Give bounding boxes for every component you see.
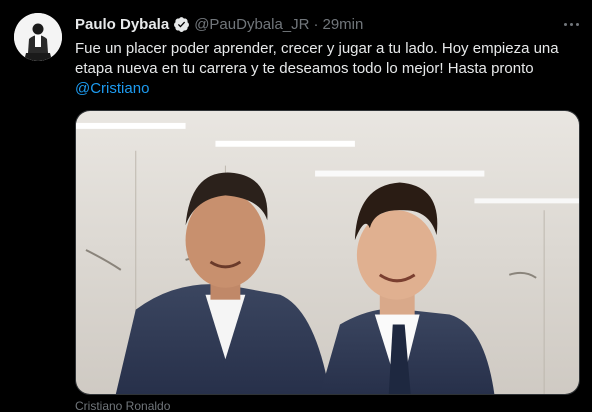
more-dot: [575, 22, 579, 26]
tweet-header: Paulo Dybala @PauDybala_JR · 29min: [75, 14, 363, 34]
more-dot: [569, 22, 573, 26]
media-photo: [76, 111, 579, 394]
separator-dot: ·: [313, 15, 319, 33]
media-caption[interactable]: Cristiano Ronaldo: [75, 399, 170, 412]
author-name[interactable]: Paulo Dybala: [75, 16, 169, 33]
mention-link[interactable]: @Cristiano: [75, 79, 575, 99]
avatar-image: [14, 13, 62, 61]
tweet-text: Fue un placer poder aprender, crecer y j…: [75, 39, 575, 99]
more-dot: [563, 22, 567, 26]
timestamp[interactable]: 29min: [323, 16, 364, 33]
author-handle[interactable]: @PauDybala_JR: [194, 16, 309, 33]
verified-badge-icon: [174, 16, 190, 32]
tweet-text-line: etapa nueva en tu carrera y te deseamos …: [75, 60, 534, 77]
more-options-icon[interactable]: [560, 14, 582, 34]
avatar[interactable]: [14, 13, 62, 61]
tweet-media[interactable]: [75, 110, 580, 395]
tweet-text-line: Fue un placer poder aprender, crecer y j…: [75, 40, 559, 57]
